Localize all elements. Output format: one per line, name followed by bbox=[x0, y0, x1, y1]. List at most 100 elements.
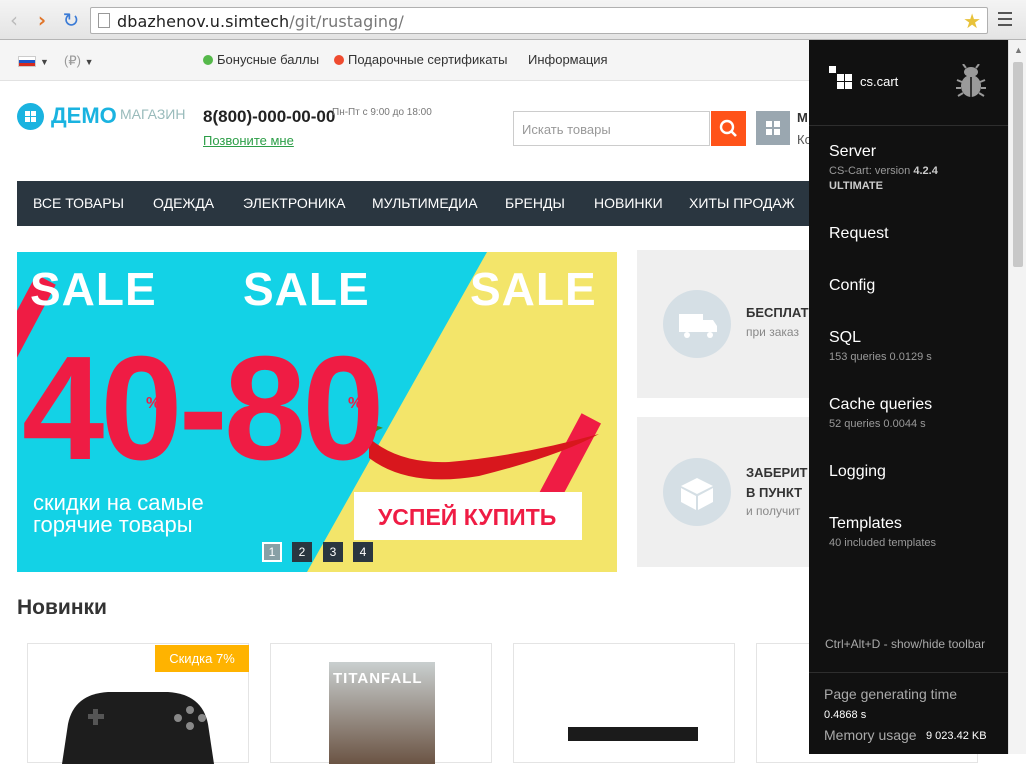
debug-divider bbox=[809, 125, 1008, 126]
information-label: Информация bbox=[528, 52, 608, 67]
free-delivery-subtitle: при заказ bbox=[746, 325, 799, 339]
cscart-logo-icon bbox=[829, 66, 859, 90]
debug-item-templates[interactable]: Templates bbox=[829, 515, 902, 533]
browser-menu-icon[interactable] bbox=[998, 12, 1012, 30]
debug-toolbar: cs.cart Server CS-Cart: version 4.2.4 UL… bbox=[809, 40, 1008, 754]
search-placeholder: Искать товары bbox=[522, 122, 611, 137]
banner-page-3[interactable]: 3 bbox=[323, 542, 343, 562]
new-products-title: Новинки bbox=[17, 596, 107, 619]
debug-hotkey-hint: Ctrl+Alt+D - show/hide toolbar bbox=[825, 637, 986, 651]
pickup-title-line-1: ЗАБЕРИТ bbox=[746, 465, 808, 480]
memory-usage-label: Memory usage bbox=[824, 727, 917, 743]
address-bar[interactable]: dbazhenov.u.simtech/git/rustaging/ ★ bbox=[90, 7, 988, 34]
pickup-subtitle: и получит bbox=[746, 504, 801, 518]
promo-line-2: горячие товары bbox=[33, 512, 193, 537]
banner-page-2[interactable]: 2 bbox=[292, 542, 312, 562]
pickup-title-line-2: В ПУНКТ bbox=[746, 485, 803, 500]
back-icon[interactable]: ‹ bbox=[4, 9, 24, 31]
free-delivery-title: БЕСПЛАТ bbox=[746, 305, 809, 320]
url-host: dbazhenov.u.simtech bbox=[117, 12, 290, 31]
debug-templates-stats: 40 included templates bbox=[829, 537, 937, 549]
percent-sign-2: % bbox=[348, 395, 363, 412]
product-card[interactable]: TITANFALL bbox=[270, 643, 492, 764]
sale-label-1: SALE bbox=[30, 263, 157, 315]
menu-item-multimedia[interactable]: МУЛЬТИМЕДИА bbox=[372, 195, 478, 211]
url-path: /git/rustaging/ bbox=[289, 12, 404, 31]
scroll-up-icon[interactable]: ▲ bbox=[1014, 45, 1023, 55]
sale-label-3: SALE bbox=[470, 263, 597, 315]
debug-item-cache-queries[interactable]: Cache queries bbox=[829, 396, 932, 414]
bookmark-star-icon[interactable]: ★ bbox=[963, 9, 981, 33]
debug-brand: cs.cart bbox=[860, 74, 899, 89]
percent-sign-1: % bbox=[146, 395, 161, 412]
information-link[interactable]: Информация bbox=[528, 52, 608, 67]
language-caret-icon[interactable]: ▼ bbox=[40, 57, 49, 67]
bug-icon[interactable] bbox=[955, 64, 987, 98]
banner-cta-label: УСПЕЙ КУПИТЬ bbox=[378, 504, 557, 530]
page-generating-time-value: 0.4868 s bbox=[824, 709, 867, 721]
cart-icon[interactable] bbox=[756, 111, 790, 145]
logo-subtext: МАГАЗИН bbox=[120, 106, 186, 122]
console-image bbox=[568, 727, 698, 741]
page-scrollbar[interactable]: ▲ bbox=[1008, 40, 1026, 754]
logo-text[interactable]: ДЕМО bbox=[51, 103, 117, 129]
server-version-prefix: CS-Cart: version bbox=[829, 165, 914, 177]
truck-icon bbox=[663, 290, 731, 358]
debug-item-sql[interactable]: SQL bbox=[829, 329, 861, 347]
box-icon bbox=[663, 458, 731, 526]
debug-server-edition: ULTIMATE bbox=[829, 180, 883, 192]
reload-icon[interactable]: ↻ bbox=[61, 9, 81, 31]
game-cover-image: TITANFALL bbox=[329, 662, 435, 764]
product-card[interactable] bbox=[513, 643, 735, 763]
banner-promo-text: скидки на самые горячие товары bbox=[33, 492, 204, 536]
debug-item-logging[interactable]: Logging bbox=[829, 463, 886, 481]
gift-icon bbox=[334, 55, 344, 65]
menu-item-clothing[interactable]: ОДЕЖДА bbox=[153, 195, 214, 211]
banner-page-4[interactable]: 4 bbox=[353, 542, 373, 562]
bonus-icon bbox=[203, 55, 213, 65]
gift-certificates-label: Подарочные сертификаты bbox=[348, 52, 508, 67]
menu-item-bestsellers[interactable]: ХИТЫ ПРОДАЖ bbox=[689, 195, 795, 211]
main-menu: ВСЕ ТОВАРЫ ОДЕЖДА ЭЛЕКТРОНИКА МУЛЬТИМЕДИ… bbox=[17, 181, 810, 226]
currency-selector[interactable]: (₽) ▼ bbox=[64, 53, 93, 69]
forward-icon[interactable]: › bbox=[32, 9, 52, 31]
bonus-points-link[interactable]: Бонусные баллы bbox=[203, 52, 319, 67]
debug-item-config[interactable]: Config bbox=[829, 277, 875, 295]
page-generating-time-label: Page generating time bbox=[824, 686, 958, 702]
language-flag-icon[interactable] bbox=[18, 56, 36, 67]
debug-server-version: CS-Cart: version 4.2.4 bbox=[829, 165, 938, 177]
currency-label: (₽) bbox=[64, 53, 81, 68]
url-text: dbazhenov.u.simtech/git/rustaging/ bbox=[117, 12, 404, 31]
browser-toolbar: ‹ › ↻ dbazhenov.u.simtech/git/rustaging/… bbox=[0, 0, 1026, 40]
cart-title[interactable]: М bbox=[797, 110, 808, 125]
debug-item-server[interactable]: Server bbox=[829, 143, 876, 161]
callback-link[interactable]: Позвоните мне bbox=[203, 133, 294, 148]
discount-badge: Скидка 7% bbox=[155, 645, 249, 672]
gift-certificates-link[interactable]: Подарочные сертификаты bbox=[334, 52, 507, 67]
menu-item-all-products[interactable]: ВСЕ ТОВАРЫ bbox=[33, 195, 124, 211]
banner-cta-button[interactable]: УСПЕЙ КУПИТЬ bbox=[354, 492, 582, 540]
logo-icon[interactable] bbox=[17, 103, 44, 130]
menu-item-brands[interactable]: БРЕНДЫ bbox=[505, 195, 565, 211]
search-button[interactable] bbox=[711, 111, 746, 146]
discount-range: 40-80 bbox=[22, 326, 385, 491]
working-hours: Пн-Пт с 9:00 до 18:00 bbox=[332, 107, 432, 118]
server-edition: ULTIMATE bbox=[829, 180, 883, 192]
memory-usage-value: 9 023.42 KB bbox=[926, 730, 987, 742]
bonus-points-label: Бонусные баллы bbox=[217, 52, 320, 67]
search-input[interactable]: Искать товары bbox=[513, 111, 710, 146]
debug-item-request[interactable]: Request bbox=[829, 225, 889, 243]
sale-label-2: SALE bbox=[243, 263, 370, 315]
game-cover-title: TITANFALL bbox=[333, 670, 423, 687]
debug-sql-stats: 153 queries 0.0129 s bbox=[829, 351, 932, 363]
page-icon bbox=[98, 13, 110, 28]
banner-page-1[interactable]: 1 bbox=[262, 542, 282, 562]
search-icon bbox=[719, 119, 737, 137]
promo-line-1: скидки на самые bbox=[33, 490, 204, 515]
debug-divider bbox=[809, 672, 1008, 673]
menu-item-new[interactable]: НОВИНКИ bbox=[594, 195, 663, 211]
debug-cache-stats: 52 queries 0.0044 s bbox=[829, 418, 926, 430]
server-version-number: 4.2.4 bbox=[913, 165, 938, 177]
scrollbar-thumb[interactable] bbox=[1013, 62, 1023, 267]
menu-item-electronics[interactable]: ЭЛЕКТРОНИКА bbox=[243, 195, 345, 211]
